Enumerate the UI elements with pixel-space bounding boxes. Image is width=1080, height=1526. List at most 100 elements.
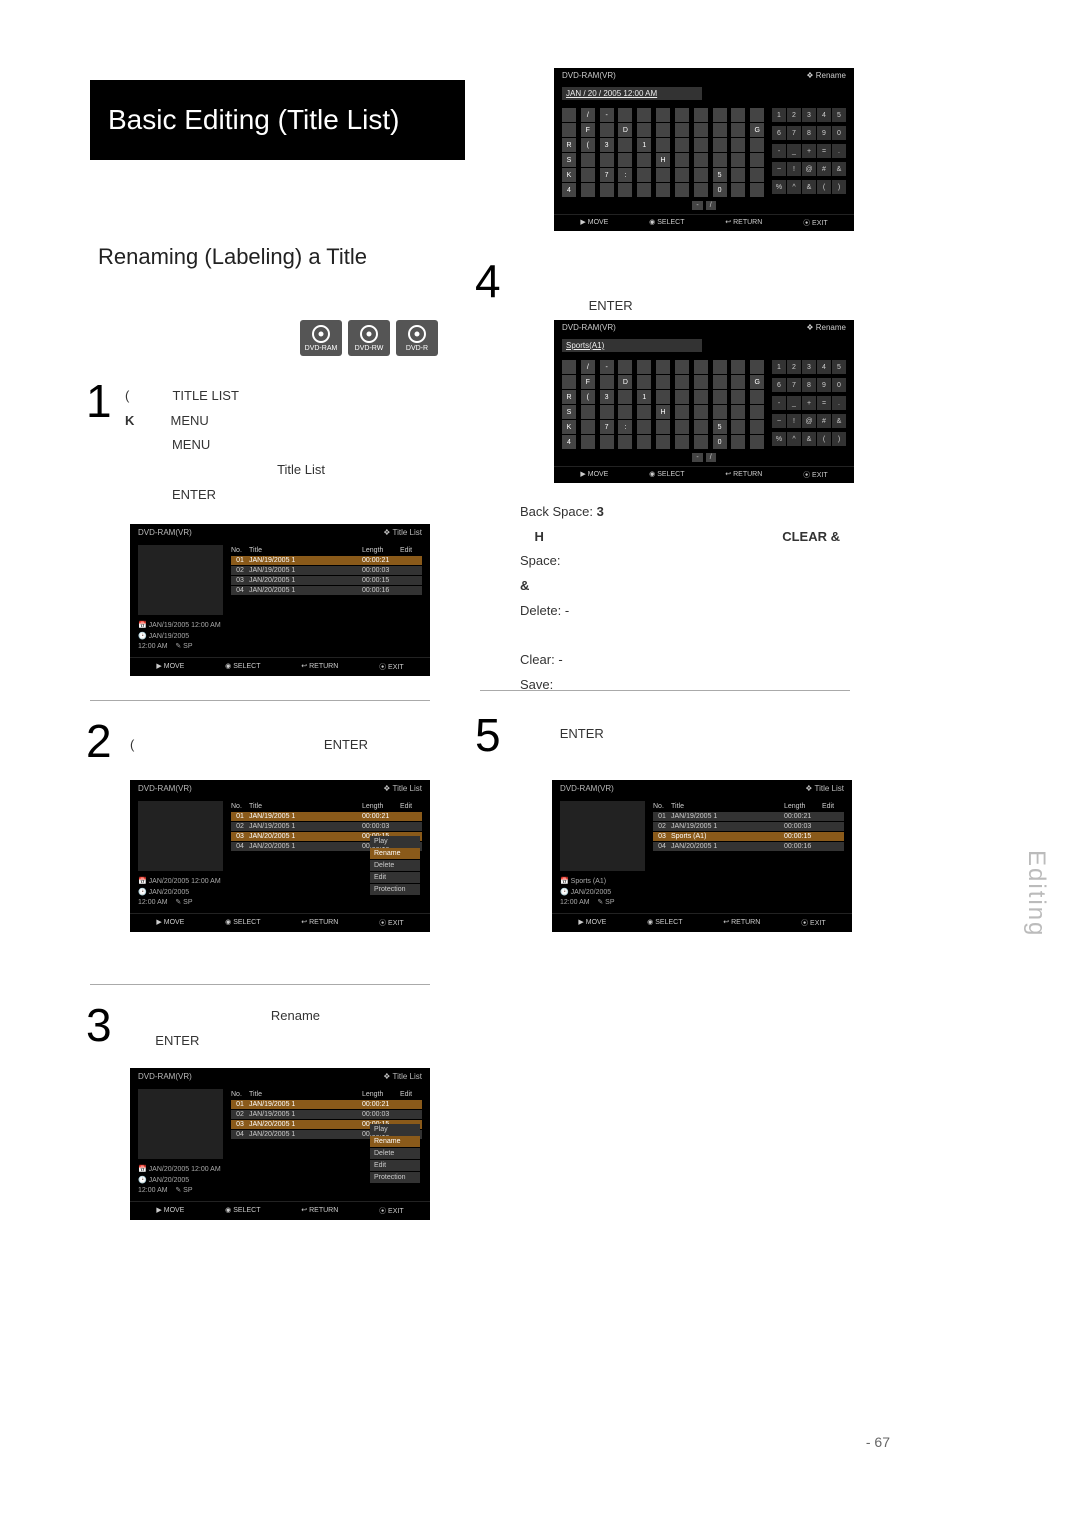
key[interactable]: D: [618, 123, 632, 137]
key[interactable]: 3: [802, 360, 816, 374]
key[interactable]: [731, 405, 745, 419]
key[interactable]: [637, 435, 651, 449]
key[interactable]: 1: [637, 138, 651, 152]
key-dash[interactable]: -: [692, 453, 702, 462]
key[interactable]: @: [802, 162, 816, 176]
key[interactable]: 6: [772, 378, 786, 392]
key[interactable]: [731, 183, 745, 197]
menu-item-edit[interactable]: Edit: [370, 872, 420, 883]
key[interactable]: -: [772, 144, 786, 158]
key[interactable]: [637, 360, 651, 374]
key[interactable]: [694, 138, 708, 152]
key[interactable]: [713, 390, 727, 404]
rename-input[interactable]: Sports(A1): [562, 339, 702, 352]
key[interactable]: [694, 375, 708, 389]
menu-item-rename[interactable]: Rename: [370, 1136, 420, 1147]
key[interactable]: /: [581, 360, 595, 374]
key[interactable]: [675, 138, 689, 152]
key[interactable]: [713, 405, 727, 419]
key[interactable]: [618, 108, 632, 122]
menu-item-play[interactable]: Play: [370, 836, 420, 847]
key[interactable]: -: [772, 396, 786, 410]
key[interactable]: :: [618, 420, 632, 434]
menu-item-edit[interactable]: Edit: [370, 1160, 420, 1171]
key[interactable]: (: [581, 390, 595, 404]
key[interactable]: [675, 435, 689, 449]
key[interactable]: /: [581, 108, 595, 122]
table-row[interactable]: 01JAN/19/2005 100:00:21: [231, 812, 422, 821]
key[interactable]: [581, 420, 595, 434]
key[interactable]: (: [817, 432, 831, 446]
menu-item-delete[interactable]: Delete: [370, 1148, 420, 1159]
key[interactable]: 7: [600, 420, 614, 434]
table-row[interactable]: 01JAN/19/2005 100:00:21: [231, 1100, 422, 1109]
key[interactable]: 7: [787, 126, 801, 140]
key[interactable]: [656, 168, 670, 182]
key[interactable]: G: [750, 375, 764, 389]
key[interactable]: K: [562, 168, 576, 182]
key[interactable]: .: [832, 144, 846, 158]
key[interactable]: 7: [600, 168, 614, 182]
context-menu[interactable]: PlayRenameDeleteEditProtection: [370, 836, 420, 896]
key[interactable]: R: [562, 138, 576, 152]
key[interactable]: F: [581, 375, 595, 389]
key[interactable]: +: [802, 144, 816, 158]
key[interactable]: =: [817, 396, 831, 410]
key[interactable]: [581, 183, 595, 197]
key[interactable]: [562, 360, 576, 374]
key[interactable]: [713, 360, 727, 374]
table-row[interactable]: 01JAN/19/2005 100:00:21: [231, 556, 422, 565]
key[interactable]: ^: [787, 432, 801, 446]
key[interactable]: [675, 153, 689, 167]
rename-input[interactable]: JAN / 20 / 2005 12:00 AM: [562, 87, 702, 100]
key[interactable]: ): [832, 180, 846, 194]
key[interactable]: 0: [713, 183, 727, 197]
key[interactable]: +: [802, 396, 816, 410]
letter-keys[interactable]: /-FDGR(31SHK7:540: [562, 108, 768, 197]
key[interactable]: [600, 183, 614, 197]
key[interactable]: [618, 360, 632, 374]
table-row[interactable]: 02JAN/19/2005 100:00:03: [231, 822, 422, 831]
key[interactable]: [731, 123, 745, 137]
menu-item-protection[interactable]: Protection: [370, 1172, 420, 1183]
key[interactable]: (: [581, 138, 595, 152]
letter-keys[interactable]: /-FDGR(31SHK7:540: [562, 360, 768, 449]
key[interactable]: %: [772, 432, 786, 446]
key[interactable]: [694, 108, 708, 122]
table-row[interactable]: 02JAN/19/2005 100:00:03: [231, 566, 422, 575]
key[interactable]: [713, 375, 727, 389]
key[interactable]: ): [832, 432, 846, 446]
key[interactable]: [694, 420, 708, 434]
key[interactable]: 9: [817, 378, 831, 392]
key[interactable]: [656, 123, 670, 137]
table-row[interactable]: 02JAN/19/2005 100:00:03: [231, 1110, 422, 1119]
key[interactable]: 8: [802, 126, 816, 140]
table-row[interactable]: 03JAN/20/2005 100:00:15: [231, 576, 422, 585]
key[interactable]: [731, 153, 745, 167]
table-row[interactable]: 04JAN/20/2005 100:00:16: [231, 586, 422, 595]
key[interactable]: [656, 108, 670, 122]
key[interactable]: (: [817, 180, 831, 194]
key[interactable]: 9: [817, 126, 831, 140]
key[interactable]: [713, 138, 727, 152]
key[interactable]: [731, 138, 745, 152]
key[interactable]: [731, 435, 745, 449]
table-row[interactable]: 01JAN/19/2005 100:00:21: [653, 812, 844, 821]
key[interactable]: [675, 168, 689, 182]
key[interactable]: [675, 360, 689, 374]
key[interactable]: [731, 375, 745, 389]
key[interactable]: [750, 168, 764, 182]
key[interactable]: [656, 360, 670, 374]
key[interactable]: &: [802, 180, 816, 194]
key[interactable]: -: [600, 360, 614, 374]
key[interactable]: [637, 183, 651, 197]
number-keys[interactable]: 1234567890-_+=.~!@#&%^&(): [772, 108, 846, 197]
key[interactable]: [637, 405, 651, 419]
key[interactable]: [750, 420, 764, 434]
key[interactable]: .: [832, 396, 846, 410]
key[interactable]: [694, 405, 708, 419]
key[interactable]: [656, 138, 670, 152]
key[interactable]: [731, 108, 745, 122]
key[interactable]: [694, 435, 708, 449]
key[interactable]: K: [562, 420, 576, 434]
